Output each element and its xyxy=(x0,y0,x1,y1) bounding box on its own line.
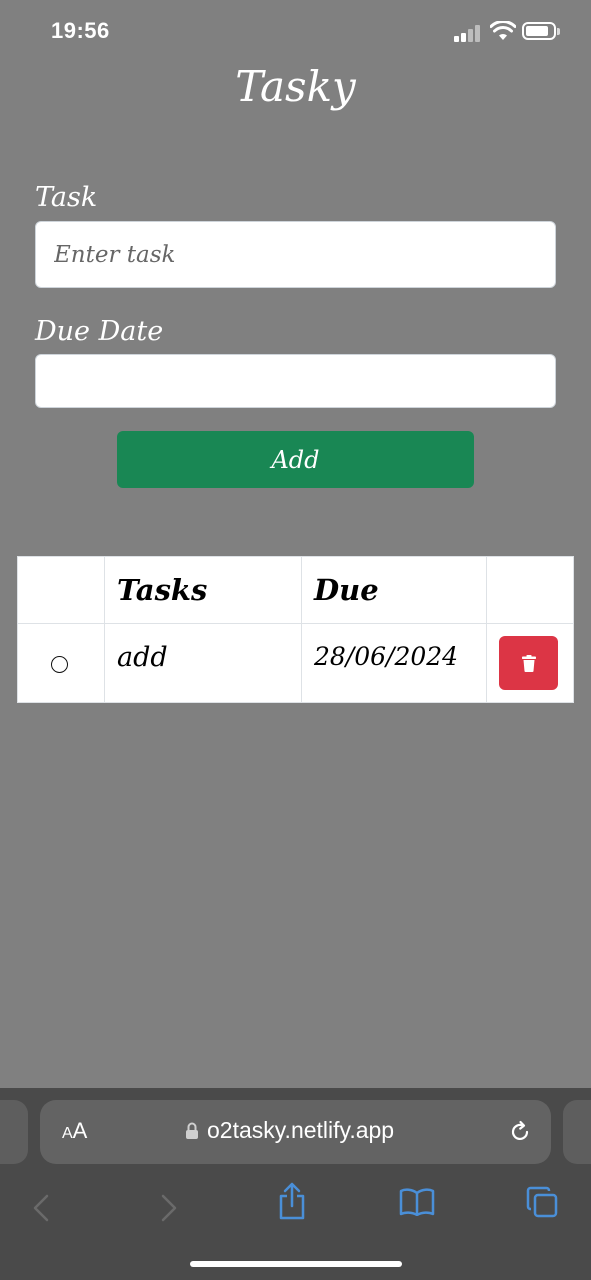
add-button[interactable]: Add xyxy=(117,431,474,488)
share-icon[interactable] xyxy=(277,1182,307,1220)
forward-icon[interactable] xyxy=(160,1194,178,1222)
row-cell-actions xyxy=(486,623,574,703)
app-title: Tasky xyxy=(235,62,356,111)
header-cell-tasks: Tasks xyxy=(104,556,302,624)
task-name: add xyxy=(117,642,168,673)
home-indicator xyxy=(190,1261,402,1267)
header-cell-check xyxy=(17,556,105,624)
wifi-icon xyxy=(490,21,516,40)
back-icon[interactable] xyxy=(32,1194,50,1222)
task-label: Task xyxy=(35,182,98,213)
row-cell-due: 28/06/2024 xyxy=(301,623,487,703)
browser-bar: AA o2tasky.netlify.app xyxy=(0,1088,591,1280)
due-date-input[interactable] xyxy=(35,354,556,408)
url-text: o2tasky.netlify.app xyxy=(207,1117,395,1143)
tabs-icon[interactable] xyxy=(526,1186,558,1218)
header-cell-due: Due xyxy=(301,556,487,624)
row-cell-task: add xyxy=(104,623,302,703)
row-cell-check xyxy=(17,623,105,703)
header-cell-actions xyxy=(486,556,574,624)
task-done-radio[interactable] xyxy=(51,656,68,673)
next-tab-peek[interactable] xyxy=(563,1100,591,1164)
url-display: o2tasky.netlify.app xyxy=(185,1117,394,1144)
due-date-label: Due Date xyxy=(35,316,164,347)
status-time: 19:56 xyxy=(51,18,110,43)
reader-options-button[interactable]: AA xyxy=(62,1118,87,1144)
cellular-signal-icon xyxy=(454,24,482,42)
lock-icon xyxy=(186,1122,198,1139)
trash-icon xyxy=(521,654,536,672)
battery-icon xyxy=(522,22,556,40)
battery-tip xyxy=(557,28,560,35)
bookmarks-icon[interactable] xyxy=(399,1188,435,1216)
address-bar[interactable]: AA o2tasky.netlify.app xyxy=(40,1100,551,1164)
header-tasks: Tasks xyxy=(117,573,208,607)
reload-icon[interactable] xyxy=(508,1120,532,1144)
previous-tab-peek[interactable] xyxy=(0,1100,28,1164)
task-due: 28/06/2024 xyxy=(314,642,459,671)
header-due: Due xyxy=(314,573,379,607)
task-table: Tasks Due add 28/06/2024 xyxy=(17,556,574,703)
delete-button[interactable] xyxy=(499,636,558,690)
task-input[interactable] xyxy=(35,221,556,288)
status-bar: 19:56 xyxy=(0,0,591,64)
